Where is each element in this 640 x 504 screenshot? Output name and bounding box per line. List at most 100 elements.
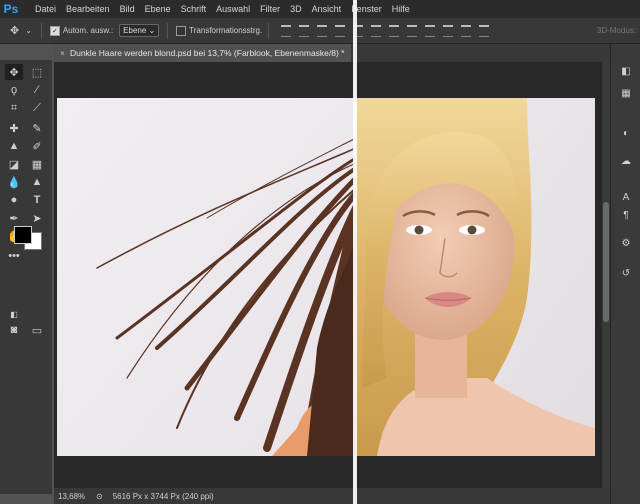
auto-select-checkbox[interactable]: ✓ bbox=[49, 25, 60, 36]
adjustments-panel-icon[interactable]: ◐ bbox=[619, 126, 633, 140]
type-tool[interactable]: T bbox=[28, 192, 46, 208]
gradient-icon: ▦ bbox=[31, 158, 43, 171]
move-icon[interactable]: ✥ bbox=[10, 24, 19, 37]
auto-select-value: Ebene bbox=[123, 26, 147, 35]
gradient-tool[interactable]: ▦ bbox=[28, 156, 46, 172]
distribute-vcenter-icon[interactable] bbox=[407, 24, 418, 37]
document-tab[interactable]: × Dunkle Haare werden blond.psd bei 13,7… bbox=[54, 44, 351, 62]
properties-panel-icon[interactable]: ⚙ bbox=[619, 236, 633, 250]
align-top-icon[interactable] bbox=[281, 24, 292, 37]
healing-brush-tool[interactable]: ✚ bbox=[5, 120, 23, 136]
menu-auswahl[interactable]: Auswahl bbox=[211, 4, 255, 14]
document-image[interactable] bbox=[57, 98, 595, 456]
eraser-tool[interactable]: ◪ bbox=[5, 156, 23, 172]
mode-3d-label: 3D-Modus: bbox=[596, 26, 636, 35]
crop-tool[interactable]: ⌗ bbox=[5, 100, 23, 116]
canvas-area[interactable] bbox=[54, 62, 602, 488]
dodge-tool[interactable]: ● bbox=[5, 192, 23, 208]
auto-select-dropdown[interactable]: Ebene ⌄ bbox=[119, 24, 160, 37]
align-left-icon[interactable] bbox=[335, 24, 346, 37]
screen-mode-icon: ▭ bbox=[31, 324, 43, 337]
move-icon: ✥ bbox=[9, 66, 19, 79]
zoom-level[interactable]: 13,68% bbox=[54, 492, 96, 501]
sharpen-icon: ▲ bbox=[31, 176, 43, 188]
history-panel-icon[interactable]: ↺ bbox=[619, 266, 633, 280]
blur-tool[interactable]: 💧 bbox=[5, 174, 23, 190]
distribute-hcenter-icon[interactable] bbox=[461, 24, 472, 37]
magic-wand-tool[interactable]: ⁄ bbox=[28, 82, 46, 98]
transform-label: Transformationsstrg. bbox=[189, 26, 263, 35]
magic-wand-icon: ⁄ bbox=[36, 84, 38, 96]
clone-stamp-icon: ▲ bbox=[8, 140, 20, 152]
swatches-panel-icon[interactable]: ▦ bbox=[619, 86, 633, 100]
marquee-icon: ⬚ bbox=[31, 66, 43, 79]
sharpen-tool[interactable]: ▲ bbox=[28, 174, 46, 190]
path-selection-tool[interactable]: ➤ bbox=[28, 210, 46, 226]
libraries-panel-icon[interactable]: ☁ bbox=[619, 154, 633, 168]
brush-tool[interactable]: ✎ bbox=[28, 120, 46, 136]
close-icon[interactable]: × bbox=[60, 48, 65, 58]
blur-icon: 💧 bbox=[7, 176, 21, 189]
separator bbox=[40, 22, 42, 39]
menu-bearbeiten[interactable]: Bearbeiten bbox=[61, 4, 115, 14]
pen-tool[interactable]: ✒ bbox=[5, 210, 23, 226]
document-tab-title: Dunkle Haare werden blond.psd bei 13,7% … bbox=[69, 48, 345, 58]
photo-illustration bbox=[57, 98, 595, 456]
default-colors-icon: ◧ bbox=[10, 309, 18, 319]
document-info: 5616 Px x 3744 Px (240 ppi) bbox=[112, 491, 214, 501]
more-tools-icon: ••• bbox=[8, 250, 20, 262]
more-tools[interactable]: ••• bbox=[5, 248, 23, 264]
separator bbox=[268, 22, 270, 39]
quick-mask-icon: ◙ bbox=[10, 324, 18, 336]
pen-icon: ✒ bbox=[9, 212, 19, 225]
menu-3d[interactable]: 3D bbox=[285, 4, 307, 14]
lasso-tool[interactable]: ϙ bbox=[5, 82, 23, 98]
marquee-tool[interactable]: ⬚ bbox=[28, 64, 46, 80]
foreground-color-swatch[interactable] bbox=[14, 226, 32, 244]
scrollbar-thumb[interactable] bbox=[603, 202, 609, 322]
document-tab-bar: × Dunkle Haare werden blond.psd bei 13,7… bbox=[54, 44, 610, 62]
photoshop-logo: Ps bbox=[3, 2, 19, 16]
menu-datei[interactable]: Datei bbox=[30, 4, 61, 14]
history-brush-icon: ✐ bbox=[32, 140, 42, 153]
paragraph-panel-icon[interactable]: ¶ bbox=[619, 208, 633, 222]
align-right-icon[interactable] bbox=[371, 24, 382, 37]
menu-filter[interactable]: Filter bbox=[255, 4, 285, 14]
crop-icon: ⌗ bbox=[10, 101, 18, 114]
auto-select-label: Autom. ausw.: bbox=[62, 26, 114, 35]
vertical-scrollbar[interactable] bbox=[602, 62, 610, 488]
distribute-top-icon[interactable] bbox=[389, 24, 400, 37]
type-icon: T bbox=[33, 194, 41, 206]
menu-ebene[interactable]: Ebene bbox=[140, 4, 176, 14]
menu-bild[interactable]: Bild bbox=[115, 4, 140, 14]
healing-brush-icon: ✚ bbox=[9, 122, 19, 135]
lasso-icon: ϙ bbox=[10, 84, 18, 96]
tools-panel: ✥ ⬚ ϙ ⁄ ⌗ ⟋ ✚ ✎ ▲ ✐ ◪ ▦ 💧 ▲ ● T ✒ ➤ ✋ ⚲ … bbox=[0, 60, 52, 494]
menu-ansicht[interactable]: Ansicht bbox=[307, 4, 347, 14]
menu-hilfe[interactable]: Hilfe bbox=[387, 4, 415, 14]
info-icon[interactable]: ⊙ bbox=[96, 492, 103, 501]
transform-checkbox[interactable] bbox=[176, 25, 187, 36]
distribute-right-icon[interactable] bbox=[479, 24, 490, 37]
screen-mode[interactable]: ▭ bbox=[28, 322, 46, 338]
eyedropper-tool[interactable]: ⟋ bbox=[28, 100, 46, 116]
clone-stamp-tool[interactable]: ▲ bbox=[5, 138, 23, 154]
chevron-down-icon: ⌄ bbox=[148, 26, 156, 35]
eraser-icon: ◪ bbox=[8, 158, 20, 171]
quick-mask[interactable]: ◙ bbox=[5, 322, 23, 338]
panel-dock: ◧ ▦ ◐ ☁ A ¶ ⚙ ↺ bbox=[610, 44, 640, 504]
menu-bar: Ps Datei Bearbeiten Bild Ebene Schrift A… bbox=[0, 0, 640, 18]
distribute-bottom-icon[interactable] bbox=[425, 24, 436, 37]
color-panel-icon[interactable]: ◧ bbox=[619, 64, 633, 78]
align-buttons bbox=[281, 24, 490, 37]
history-brush-tool[interactable]: ✐ bbox=[28, 138, 46, 154]
align-bottom-icon[interactable] bbox=[317, 24, 328, 37]
brush-icon: ✎ bbox=[32, 122, 42, 135]
align-vcenter-icon[interactable] bbox=[299, 24, 310, 37]
distribute-left-icon[interactable] bbox=[443, 24, 454, 37]
chevron-down-icon[interactable]: ⌄ bbox=[25, 26, 32, 35]
character-panel-icon[interactable]: A bbox=[619, 190, 633, 204]
menu-schrift[interactable]: Schrift bbox=[176, 4, 212, 14]
move-tool[interactable]: ✥ bbox=[5, 64, 23, 80]
default-colors[interactable]: ◧ bbox=[5, 306, 23, 322]
